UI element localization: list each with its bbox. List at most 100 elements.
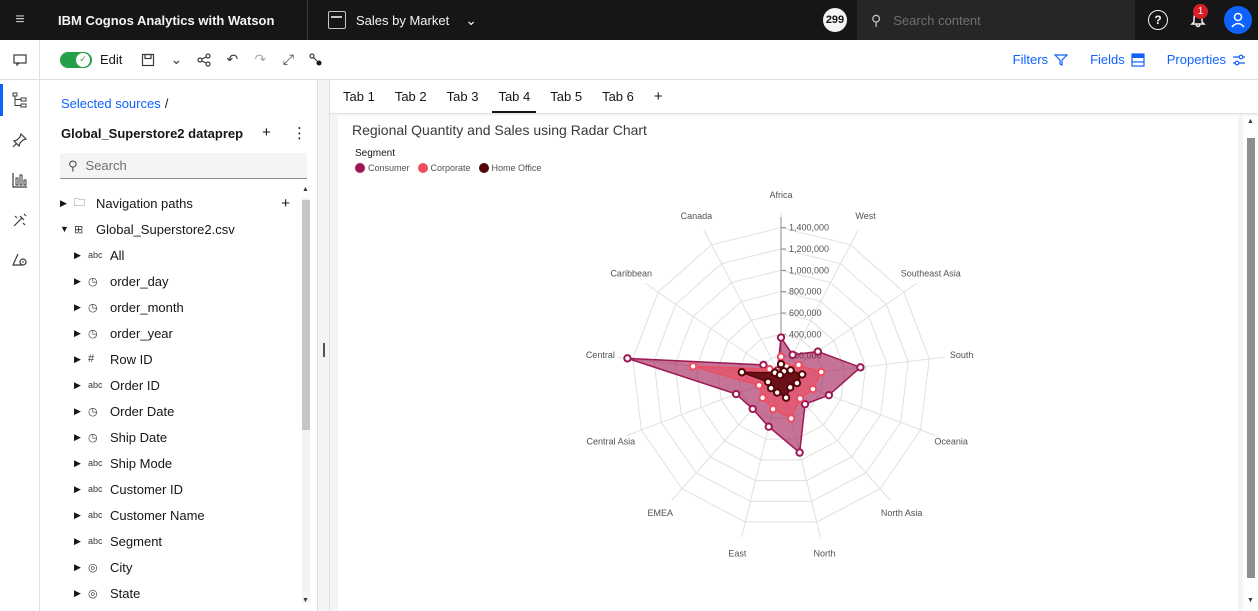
- legend-label: Home Office: [491, 163, 542, 173]
- caret-right-icon[interactable]: ▶: [74, 432, 88, 443]
- report-selector[interactable]: Sales by Market ⌄: [308, 11, 823, 29]
- fields-label: Fields: [1090, 52, 1125, 67]
- properties-label: Properties: [1166, 52, 1226, 67]
- caret-right-icon[interactable]: ▶: [74, 276, 88, 287]
- legend-item[interactable]: Corporate: [417, 163, 471, 173]
- redo-icon[interactable]: ↷: [246, 40, 274, 80]
- tree-item[interactable]: ▶ ◷ Ship Date: [60, 424, 300, 450]
- scroll-thumb[interactable]: [302, 200, 310, 430]
- caret-right-icon[interactable]: ▶: [74, 484, 88, 495]
- source-tree-scrollbar[interactable]: ▲ ▼: [299, 186, 313, 611]
- edit-toggle[interactable]: [60, 51, 92, 68]
- caret-right-icon[interactable]: ▶: [74, 250, 88, 261]
- chart-legend: Segment Consumer Corporate Home Office: [355, 148, 541, 173]
- tree-item[interactable]: ▶ abc Customer Name: [60, 502, 300, 528]
- visualizations-icon[interactable]: [0, 160, 40, 200]
- add-navigation-path-icon[interactable]: +: [281, 195, 300, 212]
- tree-item[interactable]: ▶ ◷ Order Date: [60, 398, 300, 424]
- help-button[interactable]: ?: [1138, 0, 1178, 40]
- assistant-icon[interactable]: [0, 200, 40, 240]
- caret-right-icon[interactable]: ▶: [74, 458, 88, 469]
- overflow-menu-icon[interactable]: ⋮: [292, 124, 307, 142]
- caret-right-icon[interactable]: ▶: [74, 588, 88, 599]
- breadcrumb-selected-sources[interactable]: Selected sources: [61, 96, 161, 111]
- fullscreen-icon[interactable]: ⤢: [274, 40, 302, 80]
- tab-6[interactable]: Tab 6: [592, 79, 644, 113]
- dashboard-icon: [328, 11, 346, 29]
- tree-item-navigation-paths[interactable]: ▶ 🗀 Navigation paths +: [60, 190, 300, 216]
- caret-right-icon[interactable]: ▶: [74, 536, 88, 547]
- caret-right-icon[interactable]: ▶: [74, 328, 88, 339]
- add-tab-button[interactable]: +: [644, 79, 673, 113]
- category-label: Canada: [681, 211, 713, 221]
- properties-button[interactable]: Properties: [1167, 52, 1246, 67]
- chevron-down-icon[interactable]: ⌄: [465, 12, 477, 29]
- tab-3[interactable]: Tab 3: [437, 79, 489, 113]
- share-icon[interactable]: [190, 40, 218, 80]
- source-search-input[interactable]: ⚲ Search: [60, 153, 307, 179]
- caret-right-icon[interactable]: ▶: [74, 354, 88, 365]
- tree-item[interactable]: ▶ ◷ order_day: [60, 268, 300, 294]
- legend-swatch: [355, 163, 365, 173]
- scroll-up-icon[interactable]: ▲: [302, 186, 309, 193]
- notifications-button[interactable]: 1: [1178, 0, 1218, 40]
- splitter-grip[interactable]: [323, 343, 325, 357]
- chart-widget[interactable]: Africa West Southeast Asia South Oceania Nort…: [338, 116, 1238, 611]
- product-name: IBM Cognos Analytics with Watson: [40, 0, 308, 40]
- caret-right-icon[interactable]: ▶: [74, 510, 88, 521]
- tab-1[interactable]: Tab 1: [333, 79, 385, 113]
- tree-item[interactable]: ▶ ◷ order_month: [60, 294, 300, 320]
- tree-item[interactable]: ▶ # Row ID: [60, 346, 300, 372]
- tree-item[interactable]: ▼ ⊞ Global_Superstore2.csv: [60, 216, 300, 242]
- legend-item[interactable]: Home Office: [478, 163, 542, 173]
- tree-item[interactable]: ▶ abc Customer ID: [60, 476, 300, 502]
- legend-item[interactable]: Consumer: [355, 163, 410, 173]
- filters-button[interactable]: Filters: [1013, 52, 1069, 67]
- caret-right-icon[interactable]: ▶: [74, 406, 88, 417]
- panel-splitter[interactable]: [318, 80, 330, 611]
- search-content-field[interactable]: ⚲ Search content: [857, 0, 1135, 40]
- tree-item[interactable]: ▶ ◎ State: [60, 580, 300, 606]
- save-dropdown-icon[interactable]: ⌄: [162, 40, 190, 80]
- search-icon: ⚲: [871, 11, 882, 28]
- tab-4[interactable]: Tab 4: [488, 79, 540, 113]
- count-badge[interactable]: 299: [823, 8, 847, 32]
- data-point: [776, 333, 786, 342]
- sources-icon[interactable]: [0, 80, 40, 120]
- tree-item[interactable]: ▶ abc Ship Mode: [60, 450, 300, 476]
- fields-button[interactable]: Fields: [1090, 52, 1145, 67]
- scroll-thumb[interactable]: [1247, 138, 1255, 578]
- tree-item-label: Customer Name: [110, 507, 205, 523]
- caret-right-icon[interactable]: ▶: [74, 380, 88, 391]
- save-icon[interactable]: [134, 40, 162, 80]
- tree-item[interactable]: ▶ ◎ City: [60, 554, 300, 580]
- tree-item[interactable]: ▶ ◷ order_year: [60, 320, 300, 346]
- tree-item[interactable]: ▶ abc Segment: [60, 528, 300, 554]
- caret-right-icon[interactable]: ▶: [74, 562, 88, 573]
- tab-2[interactable]: Tab 2: [385, 79, 437, 113]
- tree-item[interactable]: ▶ abc All: [60, 242, 300, 268]
- breadcrumb-separator: /: [164, 96, 169, 111]
- add-source-icon[interactable]: +: [262, 124, 271, 141]
- caret-right-icon[interactable]: ▶: [74, 302, 88, 313]
- fields-icon: [1131, 52, 1145, 67]
- user-menu-button[interactable]: [1218, 0, 1258, 40]
- caret-right-icon[interactable]: ▶: [60, 198, 74, 209]
- data-point: [688, 362, 698, 371]
- undo-icon[interactable]: ↶: [218, 40, 246, 80]
- legend-title: Segment: [355, 148, 396, 159]
- comment-icon[interactable]: [0, 39, 40, 80]
- tab-5[interactable]: Tab 5: [540, 79, 592, 113]
- insights-icon[interactable]: [0, 240, 40, 280]
- pin-icon[interactable]: [0, 120, 40, 160]
- tree-item-label: Global_Superstore2.csv: [96, 221, 235, 237]
- scroll-down-icon[interactable]: ▼: [302, 597, 309, 604]
- data-point: [788, 350, 797, 360]
- tree-item[interactable]: ▶ abc Order ID: [60, 372, 300, 398]
- scroll-up-icon[interactable]: ▲: [1247, 118, 1254, 125]
- scroll-down-icon[interactable]: ▼: [1247, 597, 1254, 604]
- canvas-scrollbar[interactable]: ▲ ▼: [1243, 116, 1258, 611]
- caret-down-icon[interactable]: ▼: [60, 224, 74, 234]
- hamburger-icon[interactable]: ≡: [0, 0, 40, 40]
- hierarchy-icon[interactable]: [302, 40, 330, 80]
